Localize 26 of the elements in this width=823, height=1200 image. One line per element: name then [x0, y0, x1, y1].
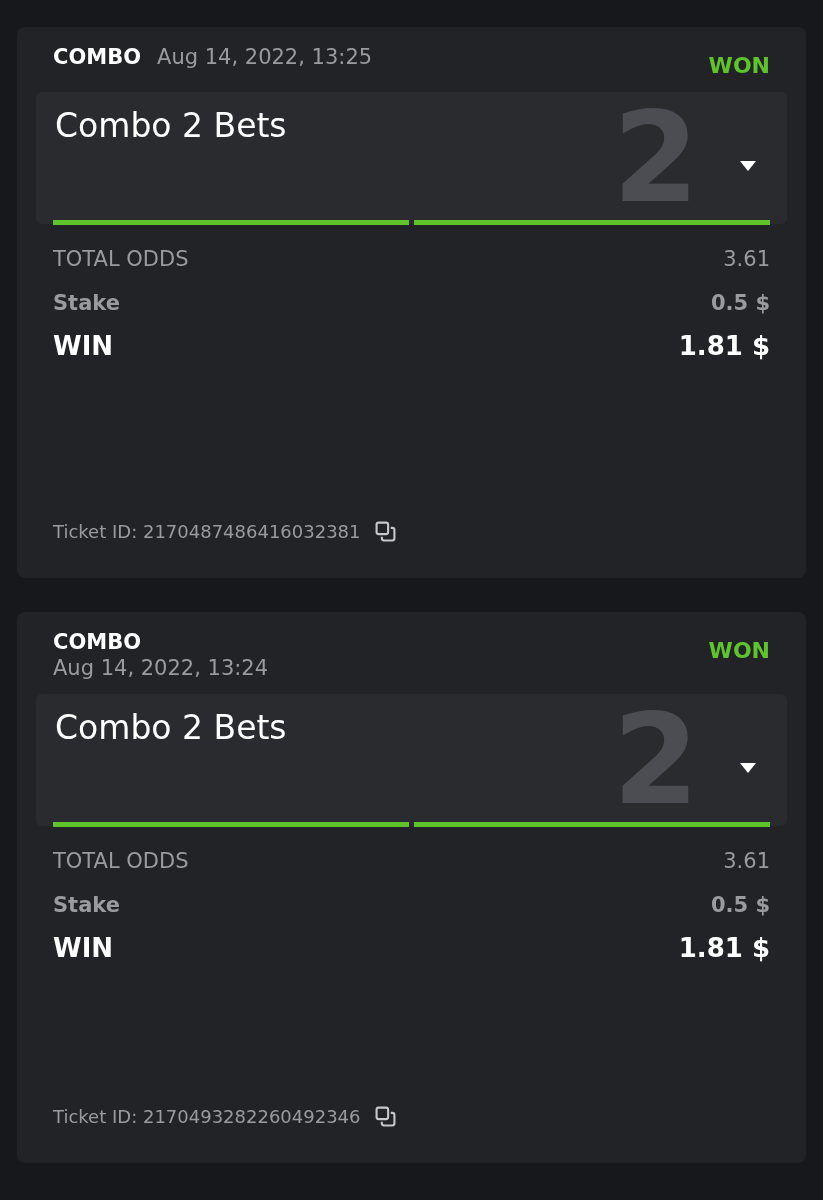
caret-icon	[739, 762, 757, 774]
bet-date: Aug 14, 2022, 13:25	[157, 45, 373, 69]
win-value: 1.81 $	[678, 933, 770, 963]
bet-date: Aug 14, 2022, 13:24	[53, 656, 269, 680]
bet-type: COMBO	[53, 630, 142, 654]
copy-icon[interactable]	[374, 1106, 396, 1127]
odds-value: 3.61	[723, 247, 770, 271]
stake-label: Stake	[53, 893, 120, 917]
stake-label: Stake	[53, 291, 120, 315]
win-value: 1.81 $	[678, 331, 770, 361]
combo-title: Combo 2 Bets	[55, 106, 287, 145]
bet-type: COMBO	[53, 45, 142, 69]
status-label: WON	[708, 53, 770, 78]
odds-value: 3.61	[723, 849, 770, 873]
stake-value: 0.5 $	[710, 893, 770, 917]
ticket-id: Ticket ID: 2170493282260492346	[53, 1106, 361, 1127]
win-label: WIN	[53, 331, 114, 361]
win-label: WIN	[53, 933, 114, 963]
odds-label: TOTAL ODDS	[53, 849, 189, 873]
status-label: WON	[708, 638, 770, 663]
combo-title: Combo 2 Bets	[55, 708, 287, 747]
caret-icon	[739, 160, 757, 172]
copy-icon[interactable]	[374, 521, 396, 542]
ticket-id: Ticket ID: 2170487486416032381	[53, 521, 361, 542]
stake-value: 0.5 $	[710, 291, 770, 315]
odds-label: TOTAL ODDS	[53, 247, 189, 271]
